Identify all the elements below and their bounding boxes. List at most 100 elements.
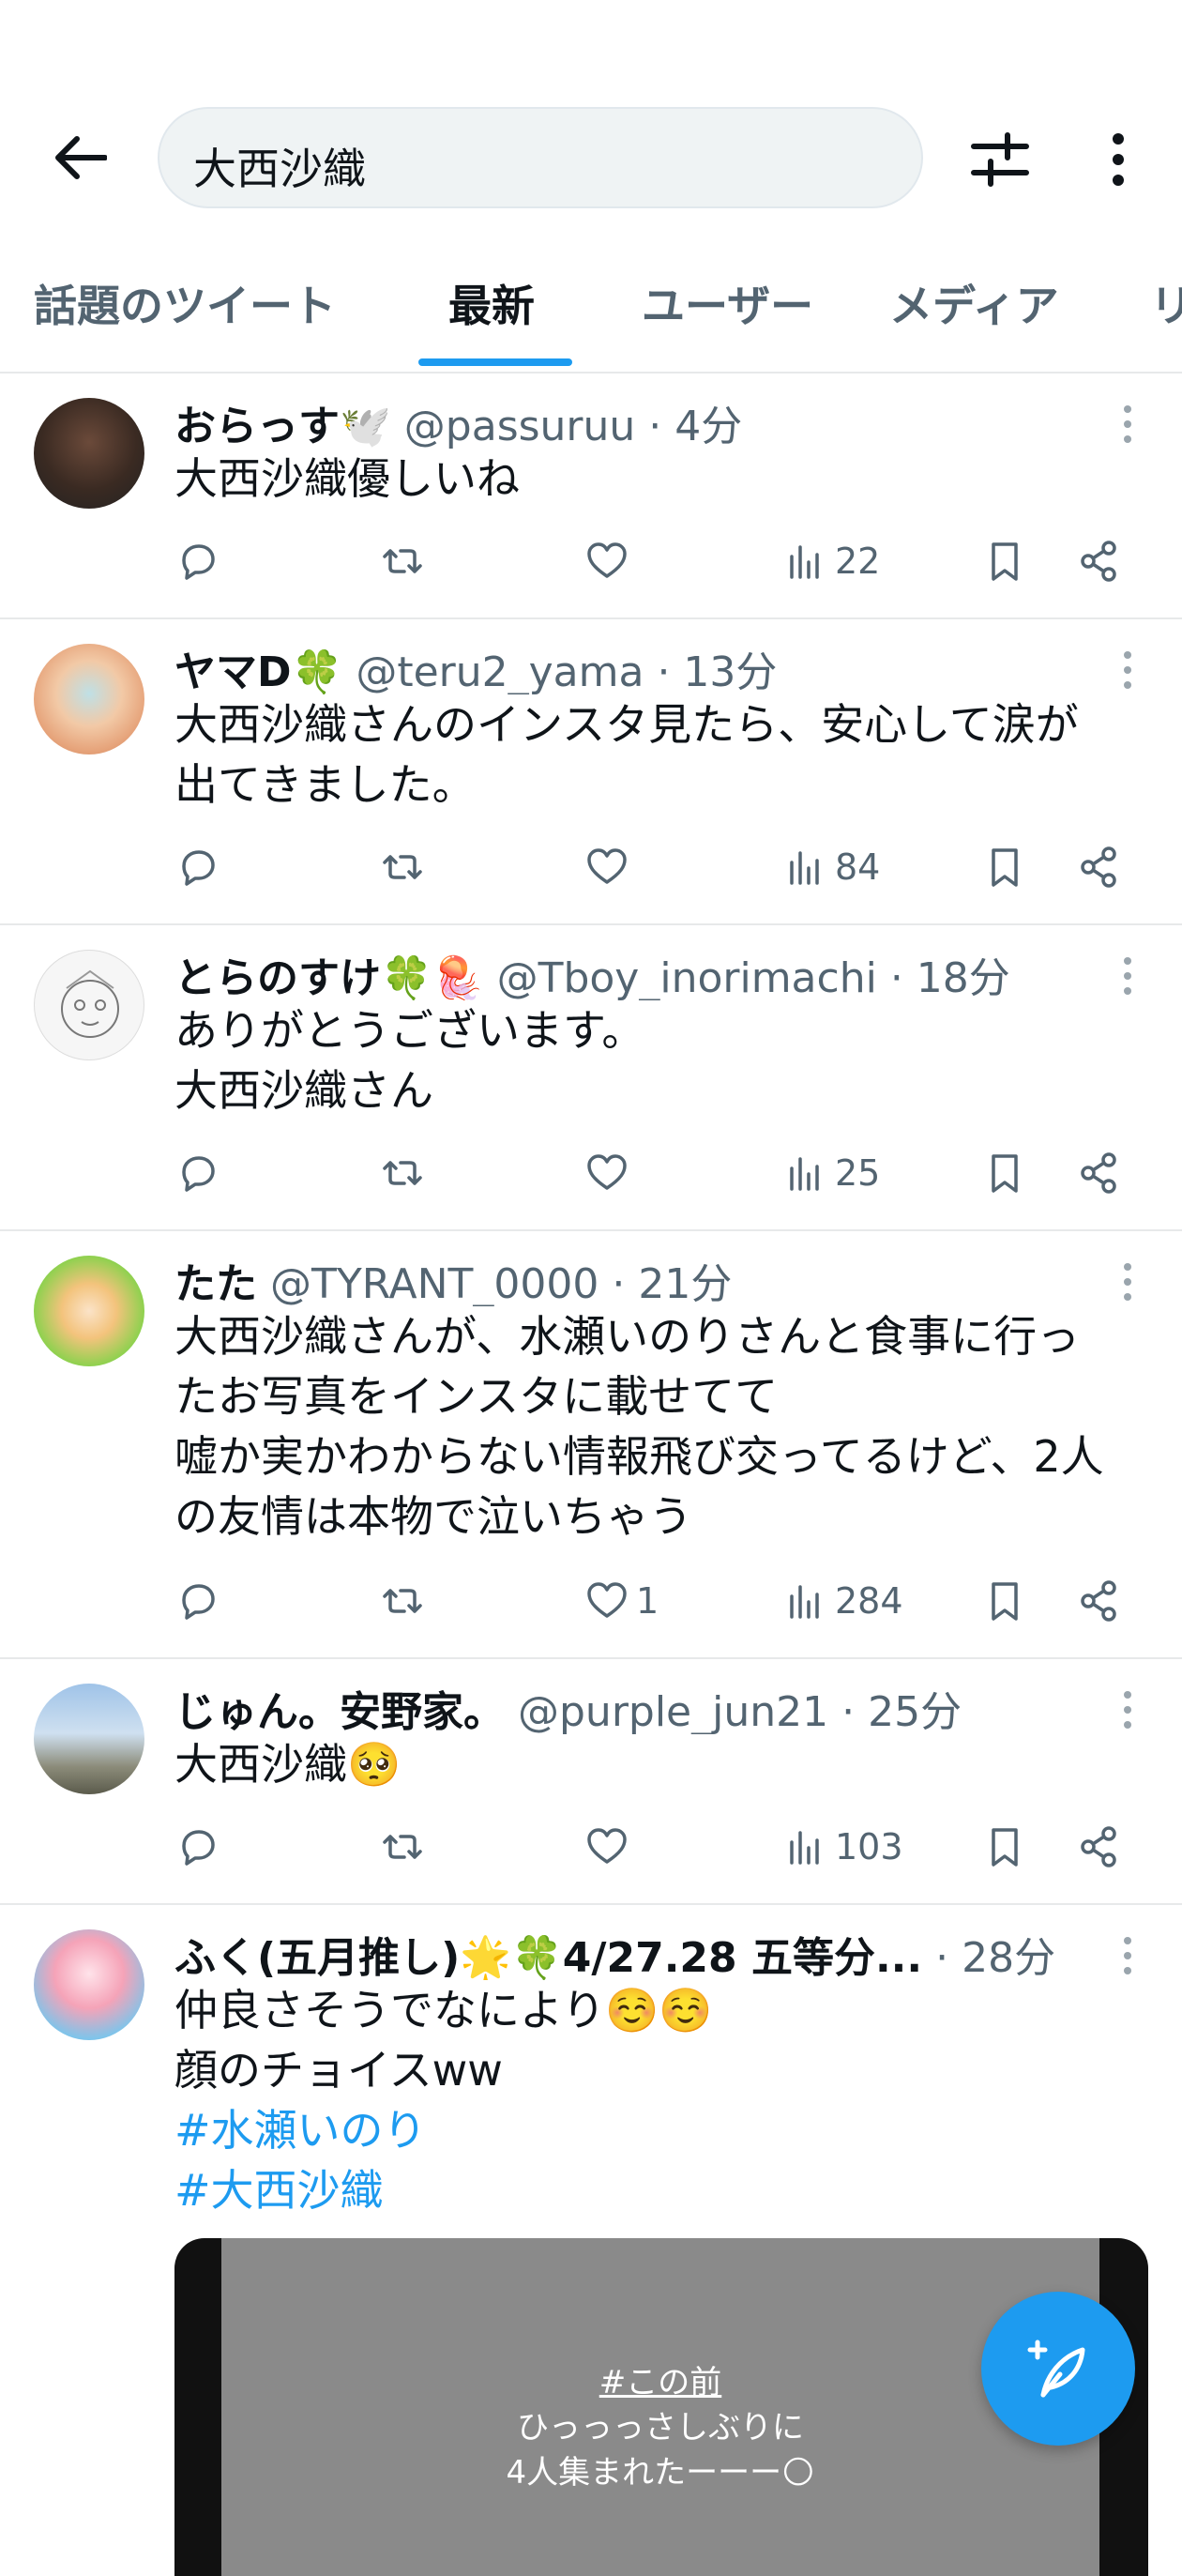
author-handle[interactable]: @purple_jun21 xyxy=(518,1688,828,1734)
media-caption-line: ひっっっさしぶりに xyxy=(517,2409,804,2446)
author-name[interactable]: ヤマD xyxy=(174,648,292,694)
bookmark-icon[interactable] xyxy=(981,1819,1028,1875)
reply-icon[interactable] xyxy=(174,1573,221,1629)
author-emoji: 🍀🪼 xyxy=(381,954,484,1000)
tweet-text: 大西沙織優しいね xyxy=(174,449,1144,509)
views-button[interactable]: 84 xyxy=(782,839,880,895)
share-icon[interactable] xyxy=(1075,533,1122,589)
views-button[interactable]: 22 xyxy=(782,533,880,589)
tweet-item[interactable]: ヤマD🍀 @teru2_yama · 13分 大西沙織さんのインスタ見たら、安心… xyxy=(0,619,1182,925)
author-handle[interactable]: @Tboy_inorimachi xyxy=(497,954,877,1000)
share-icon[interactable] xyxy=(1075,839,1122,895)
bookmark-icon[interactable] xyxy=(981,533,1028,589)
views-button[interactable]: 25 xyxy=(782,1145,880,1201)
share-icon[interactable] xyxy=(1075,1145,1122,1201)
tweet-time: · 28分 xyxy=(935,1934,1056,1980)
like-icon[interactable]: 1 xyxy=(583,1573,659,1629)
like-icon[interactable] xyxy=(583,533,636,589)
avatar[interactable] xyxy=(34,1929,144,2040)
author-name[interactable]: たた xyxy=(174,1260,257,1306)
retweet-icon[interactable] xyxy=(379,1145,426,1201)
retweet-icon[interactable] xyxy=(379,1573,426,1629)
bookmark-icon[interactable] xyxy=(981,1145,1028,1201)
view-count: 22 xyxy=(835,541,881,582)
media-caption-tag: #この前 xyxy=(599,2364,722,2401)
tweet-actions: 25 xyxy=(174,1145,1141,1201)
hashtag-link[interactable]: #水瀬いのり xyxy=(174,2100,1144,2160)
avatar[interactable] xyxy=(34,644,144,755)
tweet-menu-icon[interactable] xyxy=(1122,1933,1133,1978)
retweet-icon[interactable] xyxy=(379,533,426,589)
tweet-text: ありがとうございます。 大西沙織さん xyxy=(174,1000,1144,1120)
tab-top-tweets[interactable]: 話題のツイート xyxy=(34,272,336,334)
tweet-text: 仲良さそうでなにより☺️☺️ 顔のチョイスww #水瀬いのり #大西沙織 xyxy=(174,1980,1144,2220)
tweet-actions: 103 xyxy=(174,1819,1141,1875)
tweet-line: 大西沙織🥺 xyxy=(174,1739,402,1790)
tweet-text: 大西沙織🥺 xyxy=(174,1734,1144,1794)
reply-icon[interactable] xyxy=(174,1145,221,1201)
author-handle[interactable]: @passuruu xyxy=(404,403,636,449)
tweet-menu-icon[interactable] xyxy=(1122,648,1133,693)
tweet-menu-icon[interactable] xyxy=(1122,1259,1133,1304)
author-name[interactable]: じゅん。安野家。 xyxy=(174,1688,505,1734)
author-handle[interactable]: @teru2_yama xyxy=(356,648,644,694)
search-input[interactable]: 大西沙織 xyxy=(158,107,923,208)
share-icon[interactable] xyxy=(1075,1573,1122,1629)
tweet-time: · 4分 xyxy=(648,403,743,449)
tweet-line: 顔のチョイスww xyxy=(174,2045,503,2096)
tweet-item[interactable]: じゅん。安野家。 @purple_jun21 · 25分 大西沙織🥺 103 xyxy=(0,1659,1182,1905)
hashtag-link[interactable]: #大西沙織 xyxy=(174,2160,1144,2220)
tweet-menu-icon[interactable] xyxy=(1122,1687,1133,1732)
avatar[interactable] xyxy=(34,950,144,1060)
bookmark-icon[interactable] xyxy=(981,839,1028,895)
tweet-line: ありがとうございます。 xyxy=(174,1005,645,1056)
avatar[interactable] xyxy=(34,398,144,509)
search-tabs: 話題のツイート 最新 ユーザー メディア リ xyxy=(0,263,1182,373)
view-count: 25 xyxy=(835,1152,881,1194)
views-chart-icon xyxy=(790,1831,819,1865)
tab-lists[interactable]: リ xyxy=(1150,272,1182,334)
tweet-text: 大西沙織さんのインスタ見たら、安心して涙が 出てきました。 xyxy=(174,694,1144,815)
like-count: 1 xyxy=(636,1580,659,1622)
more-options-icon[interactable] xyxy=(1096,126,1141,193)
author-name[interactable]: とらのすけ xyxy=(174,954,381,1000)
author-name[interactable]: ふく(五月推し)🌟🍀4/27.28 五等分... xyxy=(174,1934,922,1980)
reply-icon[interactable] xyxy=(174,1819,221,1875)
tweet-menu-icon[interactable] xyxy=(1122,953,1133,998)
share-icon[interactable] xyxy=(1075,1819,1122,1875)
compose-tweet-button[interactable] xyxy=(981,2292,1135,2446)
avatar[interactable] xyxy=(34,1684,144,1794)
views-chart-icon xyxy=(790,1585,819,1619)
tweet-time: · 21分 xyxy=(612,1260,733,1306)
search-query-text: 大西沙織 xyxy=(193,144,366,194)
avatar[interactable] xyxy=(34,1256,144,1366)
views-button[interactable]: 284 xyxy=(782,1573,903,1629)
tweet-actions: 22 xyxy=(174,533,1141,589)
view-count: 84 xyxy=(835,846,881,888)
tweet-item[interactable]: おらっす🕊️ @passuruu · 4分 大西沙織優しいね 22 xyxy=(0,373,1182,619)
author-name[interactable]: おらっす xyxy=(174,403,340,449)
back-arrow-icon[interactable] xyxy=(47,128,114,188)
retweet-icon[interactable] xyxy=(379,1819,426,1875)
filter-sliders-icon[interactable] xyxy=(966,126,1034,193)
views-button[interactable]: 103 xyxy=(782,1819,903,1875)
author-handle[interactable]: @TYRANT_0000 xyxy=(270,1260,599,1306)
like-icon[interactable] xyxy=(583,839,636,895)
active-tab-indicator xyxy=(418,358,572,366)
bookmark-icon[interactable] xyxy=(981,1573,1028,1629)
reply-icon[interactable] xyxy=(174,533,221,589)
tweet-item[interactable]: とらのすけ🍀🪼 @Tboy_inorimachi · 18分 ありがとうございま… xyxy=(0,925,1182,1231)
like-icon[interactable] xyxy=(583,1145,636,1201)
retweet-icon[interactable] xyxy=(379,839,426,895)
tweet-menu-icon[interactable] xyxy=(1122,402,1133,447)
tab-users[interactable]: ユーザー xyxy=(642,272,813,334)
tweet-line: 仲良さそうでなにより☺️☺️ xyxy=(174,1985,713,2035)
tab-latest[interactable]: 最新 xyxy=(448,272,535,334)
reply-icon[interactable] xyxy=(174,839,221,895)
like-icon[interactable] xyxy=(583,1819,636,1875)
compose-feather-icon xyxy=(1027,2340,1085,2398)
view-count: 103 xyxy=(835,1826,903,1867)
tweet-line: 嘘か実かわからない情報飛び交ってるけど、2人 xyxy=(174,1431,1104,1482)
tweet-item[interactable]: たた @TYRANT_0000 · 21分 大西沙織さんが、水瀬いのりさんと食事… xyxy=(0,1231,1182,1659)
tab-media[interactable]: メディア xyxy=(889,272,1059,334)
